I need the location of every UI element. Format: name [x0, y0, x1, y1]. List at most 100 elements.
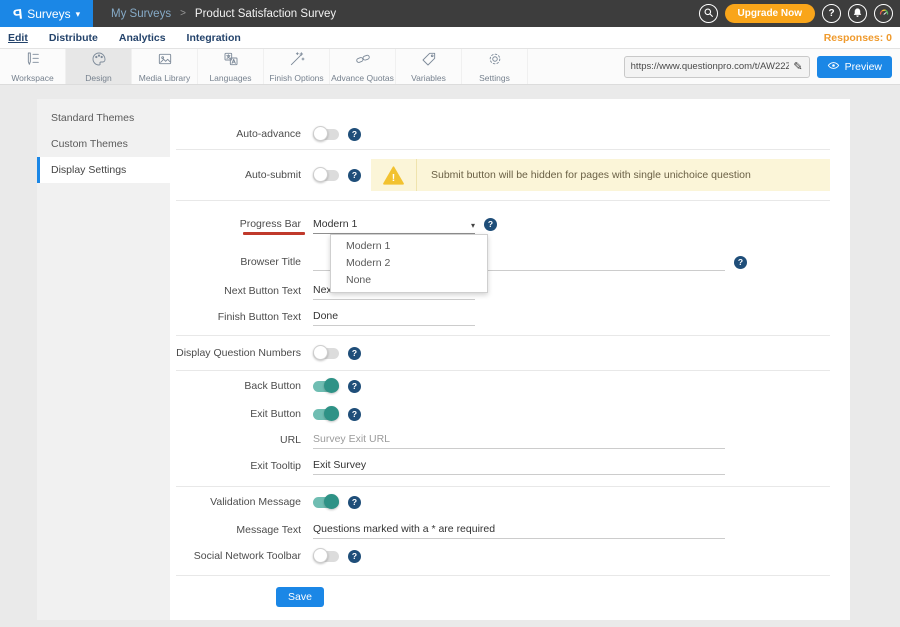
sidebar-item-display-settings[interactable]: Display Settings [37, 157, 170, 183]
tool-finish-options[interactable]: Finish Options [264, 49, 330, 84]
help-icon[interactable]: ? [348, 128, 361, 141]
validation-message-toggle[interactable] [313, 497, 339, 508]
questionpro-logo-icon: P [12, 5, 23, 22]
header-actions: Upgrade Now ? [699, 4, 900, 23]
toggle-knob [313, 126, 328, 141]
page: P Surveys ▾ My Surveys > Product Satisfa… [0, 0, 900, 627]
chain-link-icon [355, 51, 371, 72]
display-settings-panel: Auto-advance ? Auto-submit ? ! Submit b [170, 99, 850, 620]
tool-variables[interactable]: Variables [396, 49, 462, 84]
breadcrumb-separator: > [180, 8, 186, 19]
auto-advance-toggle[interactable] [313, 129, 339, 140]
nav-integration[interactable]: Integration [187, 32, 241, 44]
red-annotation-underline [243, 232, 305, 235]
gauge-icon [878, 6, 890, 21]
tool-design[interactable]: Design [66, 49, 132, 84]
help-icon[interactable]: ? [348, 408, 361, 421]
auto-submit-row: Auto-submit ? ! Submit button will be hi… [170, 150, 850, 200]
edit-pencil-icon[interactable]: ✎ [793, 60, 802, 73]
help-button[interactable]: ? [822, 4, 841, 23]
toggle-knob [324, 494, 339, 509]
progress-bar-select[interactable]: Modern 1 ▾ [313, 214, 475, 234]
sidebar-item-standard-themes[interactable]: Standard Themes [37, 105, 170, 131]
social-network-toolbar-toggle[interactable] [313, 551, 339, 562]
tool-label: Workspace [11, 73, 53, 83]
help-icon[interactable]: ? [734, 256, 747, 269]
finish-button-text-label: Finish Button Text [170, 311, 313, 323]
message-text-input[interactable] [313, 521, 725, 539]
survey-nav: Edit Distribute Analytics Integration Re… [0, 27, 900, 48]
tool-label: Variables [411, 73, 446, 83]
display-question-numbers-toggle[interactable] [313, 348, 339, 359]
responses-count[interactable]: Responses: 0 [824, 32, 892, 44]
chevron-down-icon: ▾ [76, 9, 81, 20]
nav-analytics[interactable]: Analytics [119, 32, 166, 44]
app-switcher[interactable]: P Surveys ▾ [0, 0, 93, 27]
social-network-toolbar-row: Social Network Toolbar ? [170, 543, 850, 569]
tool-media-library[interactable]: Media Library [132, 49, 198, 84]
finish-button-text-input[interactable] [313, 308, 475, 326]
breadcrumb-my-surveys[interactable]: My Surveys [111, 8, 171, 20]
gear-icon [487, 51, 503, 72]
usage-meter-button[interactable] [874, 4, 893, 23]
breadcrumb: My Surveys > Product Satisfaction Survey [111, 8, 336, 20]
exit-tooltip-input[interactable] [313, 457, 725, 475]
exit-url-input[interactable] [313, 431, 725, 449]
palette-icon [91, 51, 107, 72]
display-question-numbers-label: Display Question Numbers [170, 347, 313, 359]
preview-button[interactable]: Preview [817, 56, 892, 78]
nav-edit[interactable]: Edit [8, 32, 28, 44]
image-icon [157, 51, 173, 72]
nav-distribute[interactable]: Distribute [49, 32, 98, 44]
help-icon[interactable]: ? [348, 169, 361, 182]
search-icon [703, 7, 714, 21]
display-question-numbers-row: Display Question Numbers ? [170, 336, 850, 370]
toggle-knob [313, 167, 328, 182]
exit-button-row: Exit Button ? [170, 401, 850, 427]
sidebar-item-custom-themes[interactable]: Custom Themes [37, 131, 170, 157]
toggle-knob [313, 548, 328, 563]
message-text-row: Message Text [170, 517, 850, 543]
question-icon: ? [828, 8, 834, 19]
search-button[interactable] [699, 4, 718, 23]
dropdown-option-modern-1[interactable]: Modern 1 [331, 238, 487, 255]
message-text-label: Message Text [170, 524, 313, 536]
tool-languages[interactable]: Languages [198, 49, 264, 84]
warning-text: Submit button will be hidden for pages w… [417, 169, 751, 181]
browser-title-row: Browser Title ? [170, 247, 850, 277]
tool-label: Design [85, 73, 111, 83]
warning-triangle-icon: ! [371, 159, 417, 191]
save-button[interactable]: Save [276, 587, 324, 607]
auto-submit-label: Auto-submit [170, 169, 313, 181]
help-icon[interactable]: ? [484, 218, 497, 231]
dropdown-option-modern-2[interactable]: Modern 2 [331, 255, 487, 272]
toggle-knob [324, 406, 339, 421]
dropdown-option-none[interactable]: None [331, 272, 487, 289]
progress-bar-row: Progress Bar Modern 1 ▾ ? Modern 1 Moder… [170, 201, 850, 247]
social-network-toolbar-label: Social Network Toolbar [170, 550, 313, 562]
tag-icon [421, 51, 437, 72]
page-title: Product Satisfaction Survey [195, 8, 336, 20]
help-icon[interactable]: ? [348, 347, 361, 360]
survey-url-box[interactable]: https://www.questionpro.com/t/AW22Zh44 ✎ [624, 56, 810, 78]
back-button-toggle[interactable] [313, 381, 339, 392]
auto-submit-toggle[interactable] [313, 170, 339, 181]
progress-bar-dropdown: Modern 1 Modern 2 None [330, 234, 488, 293]
exit-url-label: URL [170, 434, 313, 446]
tool-settings[interactable]: Settings [462, 49, 528, 84]
notifications-button[interactable] [848, 4, 867, 23]
progress-bar-selected-value: Modern 1 [313, 218, 357, 230]
help-icon[interactable]: ? [348, 496, 361, 509]
help-icon[interactable]: ? [348, 550, 361, 563]
tool-workspace[interactable]: Workspace [0, 49, 66, 84]
exit-tooltip-label: Exit Tooltip [170, 460, 313, 472]
themes-sidebar: Standard Themes Custom Themes Display Se… [37, 99, 170, 620]
tool-advance-quotas[interactable]: Advance Quotas [330, 49, 396, 84]
exit-button-toggle[interactable] [313, 409, 339, 420]
tool-label: Media Library [139, 73, 191, 83]
auto-advance-label: Auto-advance [170, 128, 313, 140]
validation-message-row: Validation Message ? [170, 487, 850, 517]
upgrade-now-button[interactable]: Upgrade Now [725, 4, 815, 23]
workarea: Standard Themes Custom Themes Display Se… [0, 85, 900, 627]
help-icon[interactable]: ? [348, 380, 361, 393]
